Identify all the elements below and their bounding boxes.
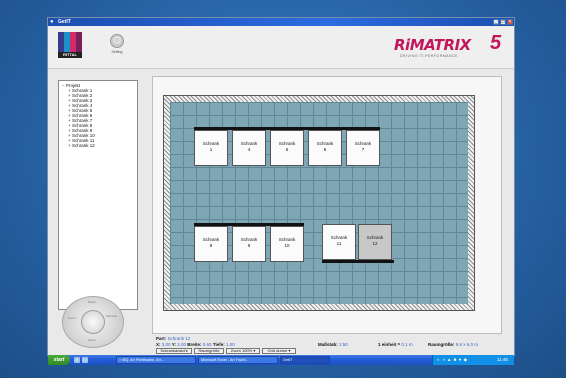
zoom-value: Zoom 100% xyxy=(230,348,253,353)
cabinet-number: 6 xyxy=(323,147,327,152)
settings-label: Setting xyxy=(111,50,123,54)
cabinet-number: 4 xyxy=(247,147,251,152)
part-readout: Part: Schrank 12 xyxy=(156,336,190,341)
window-title: GetIT xyxy=(58,19,71,25)
brand-version: 5 xyxy=(490,32,502,54)
cabinet-row-rail xyxy=(322,260,394,263)
dial-segment-schrank[interactable]: Schrank xyxy=(106,314,117,318)
dial-segment-raum[interactable]: Raum xyxy=(88,300,96,304)
unit-readout: 1 einheit = 0.1 m xyxy=(378,342,413,347)
scale-readout: Maßstab: 1:50 xyxy=(318,342,348,347)
taskbar: start e ▭ > MQ. Ari Partitioden, Arr... … xyxy=(48,355,514,365)
rittal-logo: RITTAL xyxy=(58,32,82,58)
status-panel: Part: Schrank 12 X: 3.00 Y: 2.00 Breite:… xyxy=(152,336,502,354)
dial-segment-setup[interactable]: Setup xyxy=(88,338,96,342)
title-bar[interactable]: ● GetIT _ □ × xyxy=(48,18,514,26)
start-button[interactable]: start xyxy=(48,355,70,365)
chevron-down-icon: ▾ xyxy=(253,348,256,353)
close-button[interactable]: × xyxy=(507,19,513,25)
raised-floor: Schrank 1 Schrank 4 Schrank 5 Schrank 6 Schr… xyxy=(170,102,468,304)
dial-center-button[interactable] xyxy=(81,310,105,334)
system-tray: ◐ ◑ ▲ ■ ● ◆ 11:46 xyxy=(432,355,514,365)
grid-value: Grid dunne xyxy=(267,348,288,353)
brand-logo: RiMATRIX 5 DRIVING IT-PERFORMANCE xyxy=(394,32,504,64)
cabinet-number: 11 xyxy=(336,241,342,246)
cabinet[interactable]: Schrank 9 xyxy=(232,226,266,262)
room-view[interactable]: Schrank 1 Schrank 4 Schrank 5 Schrank 6 Schr… xyxy=(152,76,502,334)
cabinet-number: 5 xyxy=(285,147,289,152)
unit-value: 0.1 m xyxy=(401,342,413,347)
chevron-down-icon: ▾ xyxy=(288,348,291,353)
room-size-value: 9.6 x 6.0 m xyxy=(455,342,479,347)
tiefe-label: Tiefe: xyxy=(212,342,225,347)
scale-label: Maßstab: xyxy=(318,342,338,347)
cabinet-number: 1 xyxy=(209,147,213,152)
cabinet[interactable]: Schrank 7 xyxy=(346,130,380,166)
cabinet[interactable]: Schrank 5 xyxy=(270,130,304,166)
unit-label: 1 einheit = xyxy=(378,342,401,347)
cabinet-selected[interactable]: Schrank 12 xyxy=(358,224,392,260)
cabinet[interactable]: Schrank 6 xyxy=(308,130,342,166)
y-value: 2.00 xyxy=(177,342,186,347)
x-label: X: xyxy=(156,342,161,347)
brand-name: RiMATRIX xyxy=(394,36,471,54)
project-tree[interactable]: −Projekt +Schrank 1 +Schrank 2 +Schrank … xyxy=(58,80,138,310)
clock: 11:46 xyxy=(497,357,508,362)
breite-label: Breite: xyxy=(187,342,202,347)
minimize-button[interactable]: _ xyxy=(493,19,499,25)
tray-icons[interactable]: ◐ ◑ ▲ ■ ● ◆ xyxy=(437,357,468,363)
cabinet-number: 10 xyxy=(284,243,290,248)
taskbar-task-active[interactable]: GetIT xyxy=(280,356,330,364)
browser-icon[interactable]: e xyxy=(74,357,80,363)
app-icon: ● xyxy=(50,19,54,25)
cabinet[interactable]: Schrank 4 xyxy=(232,130,266,166)
navigation-dial[interactable]: Zoom Raum Schrank Setup xyxy=(62,296,124,348)
cabinet-number: 7 xyxy=(361,147,365,152)
logo-text: RITTAL xyxy=(58,52,82,58)
cabinet[interactable]: Schrank 10 xyxy=(270,226,304,262)
grid-select[interactable]: Grid dunne ▾ xyxy=(262,348,296,354)
tree-item-label: Schrank 12 xyxy=(72,143,95,148)
breite-value: 0.60 xyxy=(202,342,212,347)
part-label: Part: xyxy=(156,336,167,341)
gear-icon: ⚙ xyxy=(110,34,124,48)
app-window: ● GetIT _ □ × RITTAL ⚙ Setting RiMATRIX … xyxy=(48,18,514,355)
part-value: Schrank 12 xyxy=(167,336,191,341)
dial-segment-zoom[interactable]: Zoom xyxy=(68,316,76,320)
taskbar-task[interactable]: Microsoft Excel - Arr Facht... xyxy=(198,356,278,364)
y-label: Y: xyxy=(171,342,176,347)
raumgroesse-button[interactable]: Raumgröße xyxy=(194,348,224,354)
maximize-button[interactable]: □ xyxy=(500,19,506,25)
tiefe-value: 1.00 xyxy=(226,342,235,347)
app-header: RITTAL ⚙ Setting RiMATRIX 5 DRIVING IT-P… xyxy=(48,26,514,69)
cabinet-number: 12 xyxy=(372,241,378,246)
desktop-icon[interactable]: ▭ xyxy=(82,357,88,363)
logo-bars xyxy=(58,32,82,52)
brand-tagline: DRIVING IT-PERFORMANCE xyxy=(400,54,458,58)
tree-item[interactable]: +Schrank 12 xyxy=(62,143,134,148)
schrankansicht-button[interactable]: Schrankansicht xyxy=(156,348,192,354)
zoom-select[interactable]: Zoom 100% ▾ xyxy=(226,348,260,354)
cabinet[interactable]: Schrank 8 xyxy=(194,226,228,262)
cabinet-number: 8 xyxy=(209,243,213,248)
settings-button[interactable]: ⚙ Setting xyxy=(108,34,126,58)
x-value: 3.00 xyxy=(161,342,171,347)
position-readout: X: 3.00 Y: 2.00 Breite: 0.60 Tiefe: 1.00 xyxy=(156,342,235,347)
room-size-label: Raumgröße: xyxy=(428,342,455,347)
room-size-readout: Raumgröße: 9.6 x 6.0 m xyxy=(428,342,478,347)
cabinet[interactable]: Schrank 1 xyxy=(194,130,228,166)
taskbar-task[interactable]: > MQ. Ari Partitioden, Arr... xyxy=(116,356,196,364)
cabinet[interactable]: Schrank 11 xyxy=(322,224,356,260)
cabinet-number: 9 xyxy=(247,243,251,248)
scale-value: 1:50 xyxy=(339,342,348,347)
